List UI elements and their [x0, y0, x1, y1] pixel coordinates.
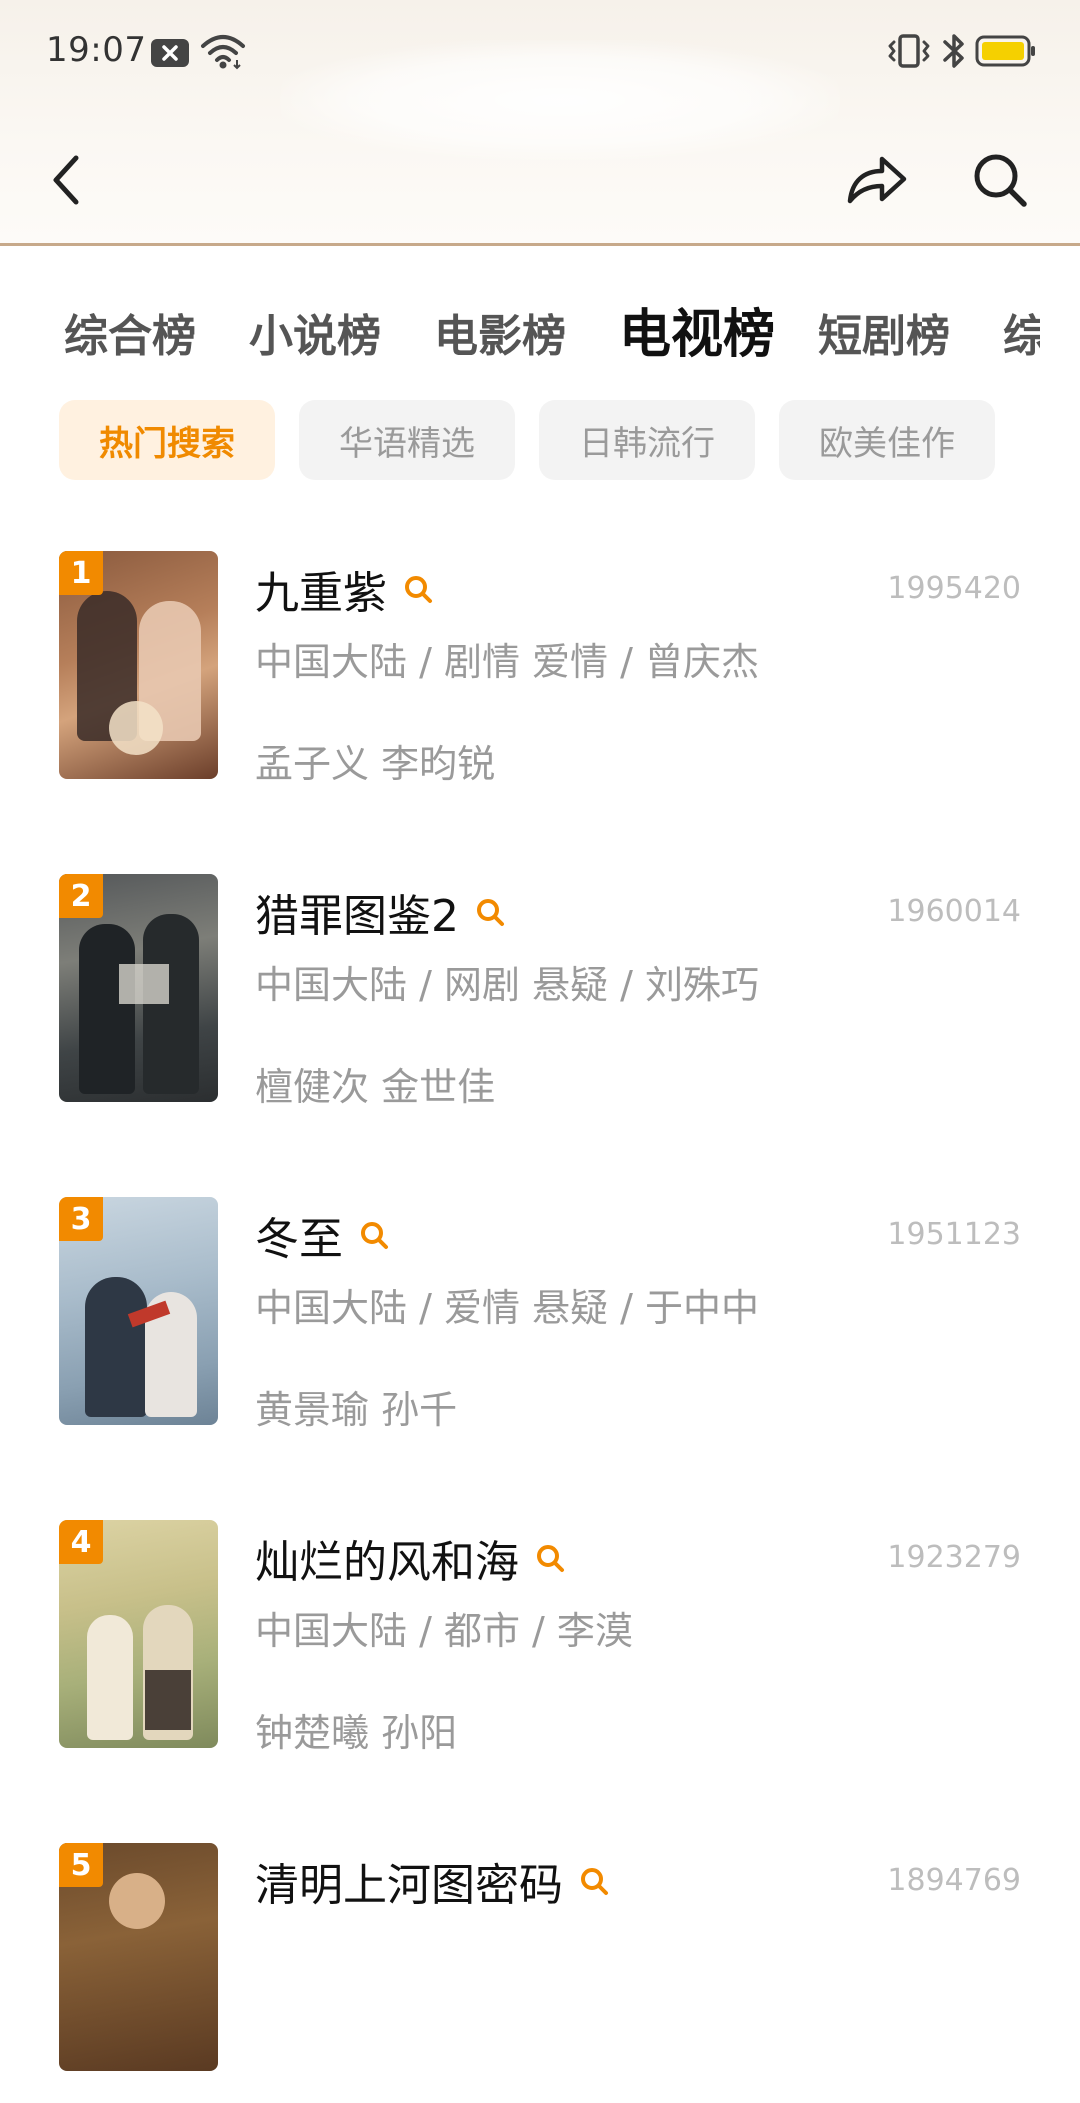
list-item[interactable]: 3 冬至 1951123 中国大陆 / 爱情 悬疑 / 于中中 黄景瑜 孙千: [0, 1197, 1080, 1457]
search-icon: [974, 154, 1027, 207]
search-icon: [361, 1222, 388, 1249]
poster-image: 2: [59, 874, 218, 1102]
item-title: 灿烂的风和海: [255, 1537, 519, 1588]
tab-tv[interactable]: 电视榜: [619, 292, 775, 367]
item-cast: 孟子义 李昀锐: [255, 742, 496, 786]
vibrate-icon: [886, 33, 932, 73]
search-icon: [537, 1545, 564, 1572]
heat-value: 1894769: [887, 1863, 1021, 1898]
tab-movie[interactable]: 电影榜: [434, 300, 566, 364]
title-search-button[interactable]: [579, 1866, 609, 1896]
item-meta: 中国大陆 / 剧情 爱情 / 曾庆杰: [255, 640, 760, 684]
item-meta: 中国大陆 / 都市 / 李漠: [255, 1609, 633, 1653]
battery-icon: [975, 35, 1037, 71]
title-search-button[interactable]: [359, 1220, 389, 1250]
status-bar: 19:07: [0, 0, 1080, 104]
back-button[interactable]: [36, 140, 96, 220]
poster-image: 4: [59, 1520, 218, 1748]
filter-japan-korea[interactable]: 日韩流行: [539, 400, 755, 480]
title-search-button[interactable]: [535, 1543, 565, 1573]
rank-badge: 1: [59, 551, 103, 595]
heat-value: 1923279: [887, 1540, 1021, 1575]
header: 19:07: [0, 0, 1080, 246]
bluetooth-icon: [940, 32, 968, 74]
list-item[interactable]: 1 九重紫 1995420 中国大陆 / 剧情 爱情 / 曾庆杰 孟子义 李昀锐: [0, 551, 1080, 811]
heat-value: 1951123: [887, 1217, 1021, 1252]
heat-value: 1995420: [887, 571, 1021, 606]
item-meta: 中国大陆 / 网剧 悬疑 / 刘殊巧: [255, 963, 760, 1007]
search-icon: [405, 576, 432, 603]
item-title: 九重紫: [255, 568, 387, 619]
rank-badge: 4: [59, 1520, 103, 1564]
status-time: 19:07: [46, 30, 147, 70]
filter-hot-search[interactable]: 热门搜索: [59, 400, 275, 480]
item-cast: 黄景瑜 孙千: [255, 1388, 458, 1432]
item-meta: 中国大陆 / 爱情 悬疑 / 于中中: [255, 1286, 760, 1330]
search-icon: [477, 899, 504, 926]
rank-badge: 3: [59, 1197, 103, 1241]
share-icon: [847, 156, 907, 204]
filter-chinese[interactable]: 华语精选: [299, 400, 515, 480]
search-button[interactable]: [962, 145, 1038, 215]
list-item[interactable]: 5 清明上河图密码 1894769: [0, 1843, 1080, 2103]
category-tabs: 综合榜 小说榜 电影榜 电视榜 短剧榜 综: [0, 290, 1040, 370]
notification-close-icon: [150, 38, 190, 72]
share-button[interactable]: [836, 145, 916, 215]
poster-image: 3: [59, 1197, 218, 1425]
heat-value: 1960014: [887, 894, 1021, 929]
wifi-icon: [200, 32, 246, 74]
tab-novel[interactable]: 小说榜: [249, 300, 381, 364]
filter-western[interactable]: 欧美佳作: [779, 400, 995, 480]
item-cast: 钟楚曦 孙阳: [255, 1711, 458, 1755]
item-title: 猎罪图鉴2: [255, 891, 459, 942]
item-cast: 檀健次 金世佳: [255, 1065, 496, 1109]
title-search-button[interactable]: [475, 897, 505, 927]
tab-short-drama[interactable]: 短剧榜: [818, 300, 950, 364]
item-title: 冬至: [255, 1214, 343, 1265]
list-item[interactable]: 4 灿烂的风和海 1923279 中国大陆 / 都市 / 李漠 钟楚曦 孙阳: [0, 1520, 1080, 1780]
list-item[interactable]: 2 猎罪图鉴2 1960014 中国大陆 / 网剧 悬疑 / 刘殊巧 檀健次 金…: [0, 874, 1080, 1134]
title-search-button[interactable]: [403, 574, 433, 604]
poster-image: 5: [59, 1843, 218, 2071]
search-icon: [581, 1868, 608, 1895]
tab-variety[interactable]: 综: [1003, 300, 1040, 364]
chevron-left-icon: [53, 155, 79, 205]
rank-badge: 5: [59, 1843, 103, 1887]
poster-image: 1: [59, 551, 218, 779]
tab-comprehensive[interactable]: 综合榜: [64, 300, 196, 364]
rank-badge: 2: [59, 874, 103, 918]
item-title: 清明上河图密码: [255, 1860, 563, 1911]
